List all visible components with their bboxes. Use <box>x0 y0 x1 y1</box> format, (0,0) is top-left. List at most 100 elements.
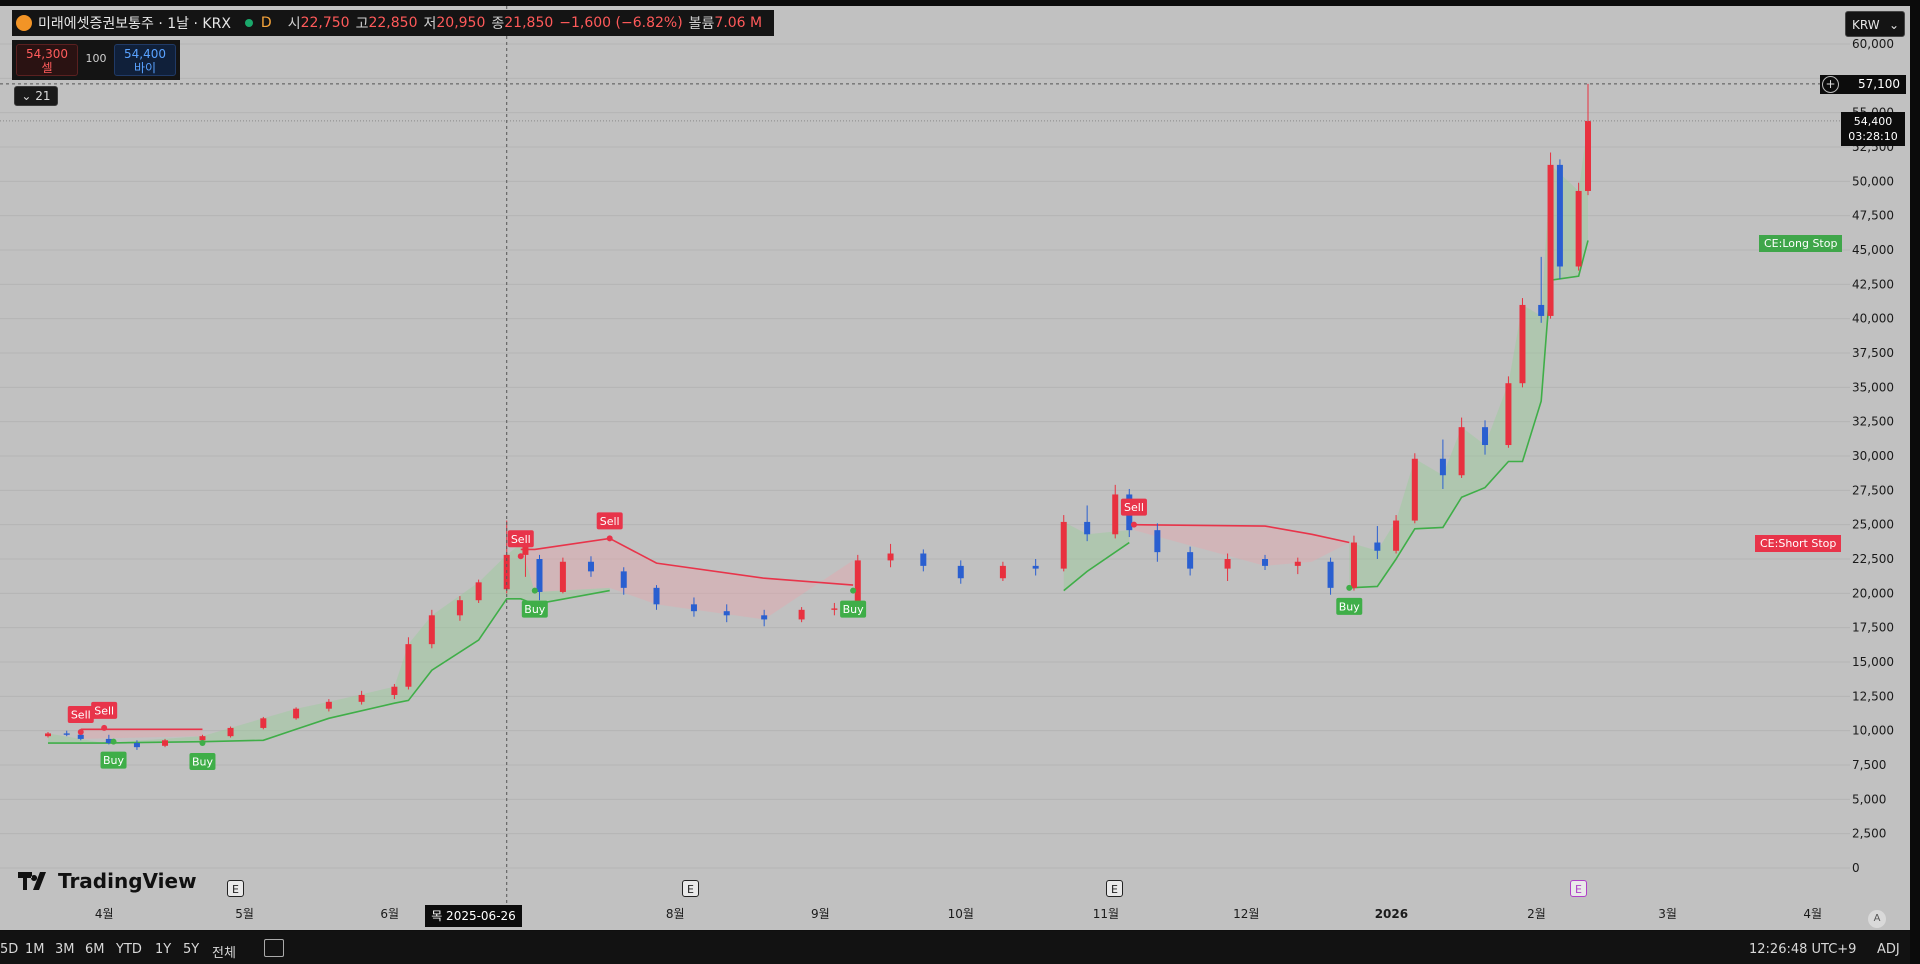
candle-body <box>293 708 300 719</box>
change-value: −1,600 (−6.82%) <box>559 15 683 31</box>
range-1y[interactable]: 1Y <box>155 942 171 957</box>
clock-time[interactable]: 12:26:48 UTC+9 <box>1749 942 1856 957</box>
adjust-toggle[interactable]: ADJ <box>1877 942 1900 957</box>
candle-body <box>587 561 594 572</box>
tradingview-logo[interactable]: TradingView <box>58 869 197 893</box>
candle-body <box>1482 427 1489 446</box>
candle-body <box>1154 530 1161 553</box>
candle-body <box>1393 520 1400 551</box>
range-1m[interactable]: 1M <box>25 942 45 957</box>
earnings-marker[interactable]: E <box>227 880 244 897</box>
plus-icon[interactable]: + <box>1822 76 1839 93</box>
buy-button[interactable]: 54,400 바이 <box>114 44 176 76</box>
signal-dot <box>531 587 538 594</box>
auto-scale-button[interactable]: A <box>1868 910 1886 928</box>
candle-body <box>1084 521 1091 535</box>
time-axis-label: 3월 <box>1658 907 1677 921</box>
currency-select[interactable]: KRW ⌄ <box>1845 11 1905 37</box>
candle-body <box>199 736 206 741</box>
range-ytd[interactable]: YTD <box>116 942 142 957</box>
right-frame <box>1910 0 1920 964</box>
price-axis-label: 32,500 <box>1852 415 1894 429</box>
candle-body <box>1112 494 1119 535</box>
sell-signal: Sell <box>1120 498 1147 528</box>
candle-body <box>1327 561 1334 588</box>
signal-dot <box>101 724 108 731</box>
sell-signal-label: Sell <box>600 515 620 528</box>
candle-body <box>1556 164 1563 267</box>
price-axis-label: 5,000 <box>1852 792 1886 806</box>
time-axis-label: 5월 <box>235 907 254 921</box>
crosshair-date-tag: 목 2025-06-26 <box>425 905 522 927</box>
price-axis-label: 12,500 <box>1852 689 1894 703</box>
sell-button[interactable]: 54,300 셀 <box>16 44 78 76</box>
candle-body <box>133 743 140 748</box>
sell-signal-label: Sell <box>511 533 531 546</box>
candle-body <box>1350 542 1357 588</box>
symbol-name[interactable]: 미래에셋증권보통주 · 1날 · KRX <box>38 13 231 33</box>
price-axis-label: 42,500 <box>1852 277 1894 291</box>
signal-dot <box>850 587 857 594</box>
earnings-marker[interactable]: E <box>682 880 699 897</box>
interval-badge[interactable]: D <box>261 15 272 31</box>
time-axis-label: 4월 <box>1803 907 1822 921</box>
range-3m[interactable]: 3M <box>55 942 75 957</box>
sell-signal-label: Sell <box>94 704 114 717</box>
price-axis-label: 15,000 <box>1852 655 1894 669</box>
range-6m[interactable]: 6M <box>85 942 105 957</box>
time-axis-label: 2월 <box>1527 907 1546 921</box>
sell-label: 셀 <box>41 61 53 75</box>
candle-body <box>1262 559 1269 566</box>
indicator-toggle-button[interactable]: ⌄ 21 <box>14 86 58 106</box>
tradingview-logo-icon <box>18 872 46 890</box>
candle-body <box>620 571 627 588</box>
earnings-marker-upcoming[interactable]: E <box>1570 880 1587 897</box>
candle-body <box>920 553 927 566</box>
buy-signal-label: Buy <box>1339 600 1361 613</box>
earnings-marker[interactable]: E <box>1106 880 1123 897</box>
close-value: 21,850 <box>504 15 554 31</box>
price-chart[interactable]: 0 2,500 5,000 7,500 10,000 12,500 15,000 17,500… <box>0 6 1910 930</box>
range-5y[interactable]: 5Y <box>183 942 199 957</box>
buy-signal-label: Buy <box>524 603 546 616</box>
candle-body <box>1060 521 1067 569</box>
candle-body <box>1294 561 1301 566</box>
price-axis-label: 45,000 <box>1852 243 1894 257</box>
signal-dot <box>606 535 613 542</box>
high-price-value: 57,100 <box>1858 77 1900 91</box>
last-price-tag: 54,400 03:28:10 <box>1841 112 1905 146</box>
open-label: 시 <box>287 16 301 32</box>
candle-body <box>77 734 84 739</box>
price-axis-label: 47,500 <box>1852 209 1894 223</box>
symbol-legend[interactable]: 미래에셋증권보통주 · 1날 · KRX D 시 22,750 고 22,850 저… <box>12 10 775 36</box>
bottom-toolbar: 5D 1M 3M 6M YTD 1Y 5Y 전체 12:26:48 UTC+9 … <box>0 931 1910 964</box>
candle-body <box>1585 120 1591 191</box>
volume-label: 볼륨 <box>688 16 715 32</box>
candle-body <box>227 727 234 737</box>
range-5d[interactable]: 5D <box>0 942 18 957</box>
candle-body <box>1538 304 1545 316</box>
candle-body <box>690 604 697 612</box>
chart-area[interactable]: 0 2,500 5,000 7,500 10,000 12,500 15,000 17,500… <box>0 6 1910 930</box>
price-axis-label: 0 <box>1852 861 1860 875</box>
buy-signal: Buy <box>840 587 867 618</box>
price-axis-label: 2,500 <box>1852 827 1886 841</box>
buy-signal-label: Buy <box>843 603 865 616</box>
buy-signal: Buy <box>1336 584 1363 615</box>
time-axis-label: 4월 <box>95 907 114 921</box>
signal-dot <box>77 729 84 736</box>
high-price-marker[interactable]: + 57,100 <box>1820 75 1906 94</box>
price-axis-label: 20,000 <box>1852 586 1894 600</box>
buy-price: 54,400 <box>124 47 166 61</box>
calendar-icon[interactable] <box>264 939 284 957</box>
high-label: 고 <box>355 16 369 32</box>
price-axis-label: 27,500 <box>1852 483 1894 497</box>
signal-dot <box>199 740 206 747</box>
range-all[interactable]: 전체 <box>212 942 236 961</box>
candle-body <box>1374 542 1381 551</box>
candle-body <box>162 740 169 746</box>
volume-value: 7.06 M <box>714 15 763 31</box>
symbol-logo-icon <box>16 15 32 31</box>
price-axis-label: 10,000 <box>1852 724 1894 738</box>
candle-body <box>957 565 964 579</box>
